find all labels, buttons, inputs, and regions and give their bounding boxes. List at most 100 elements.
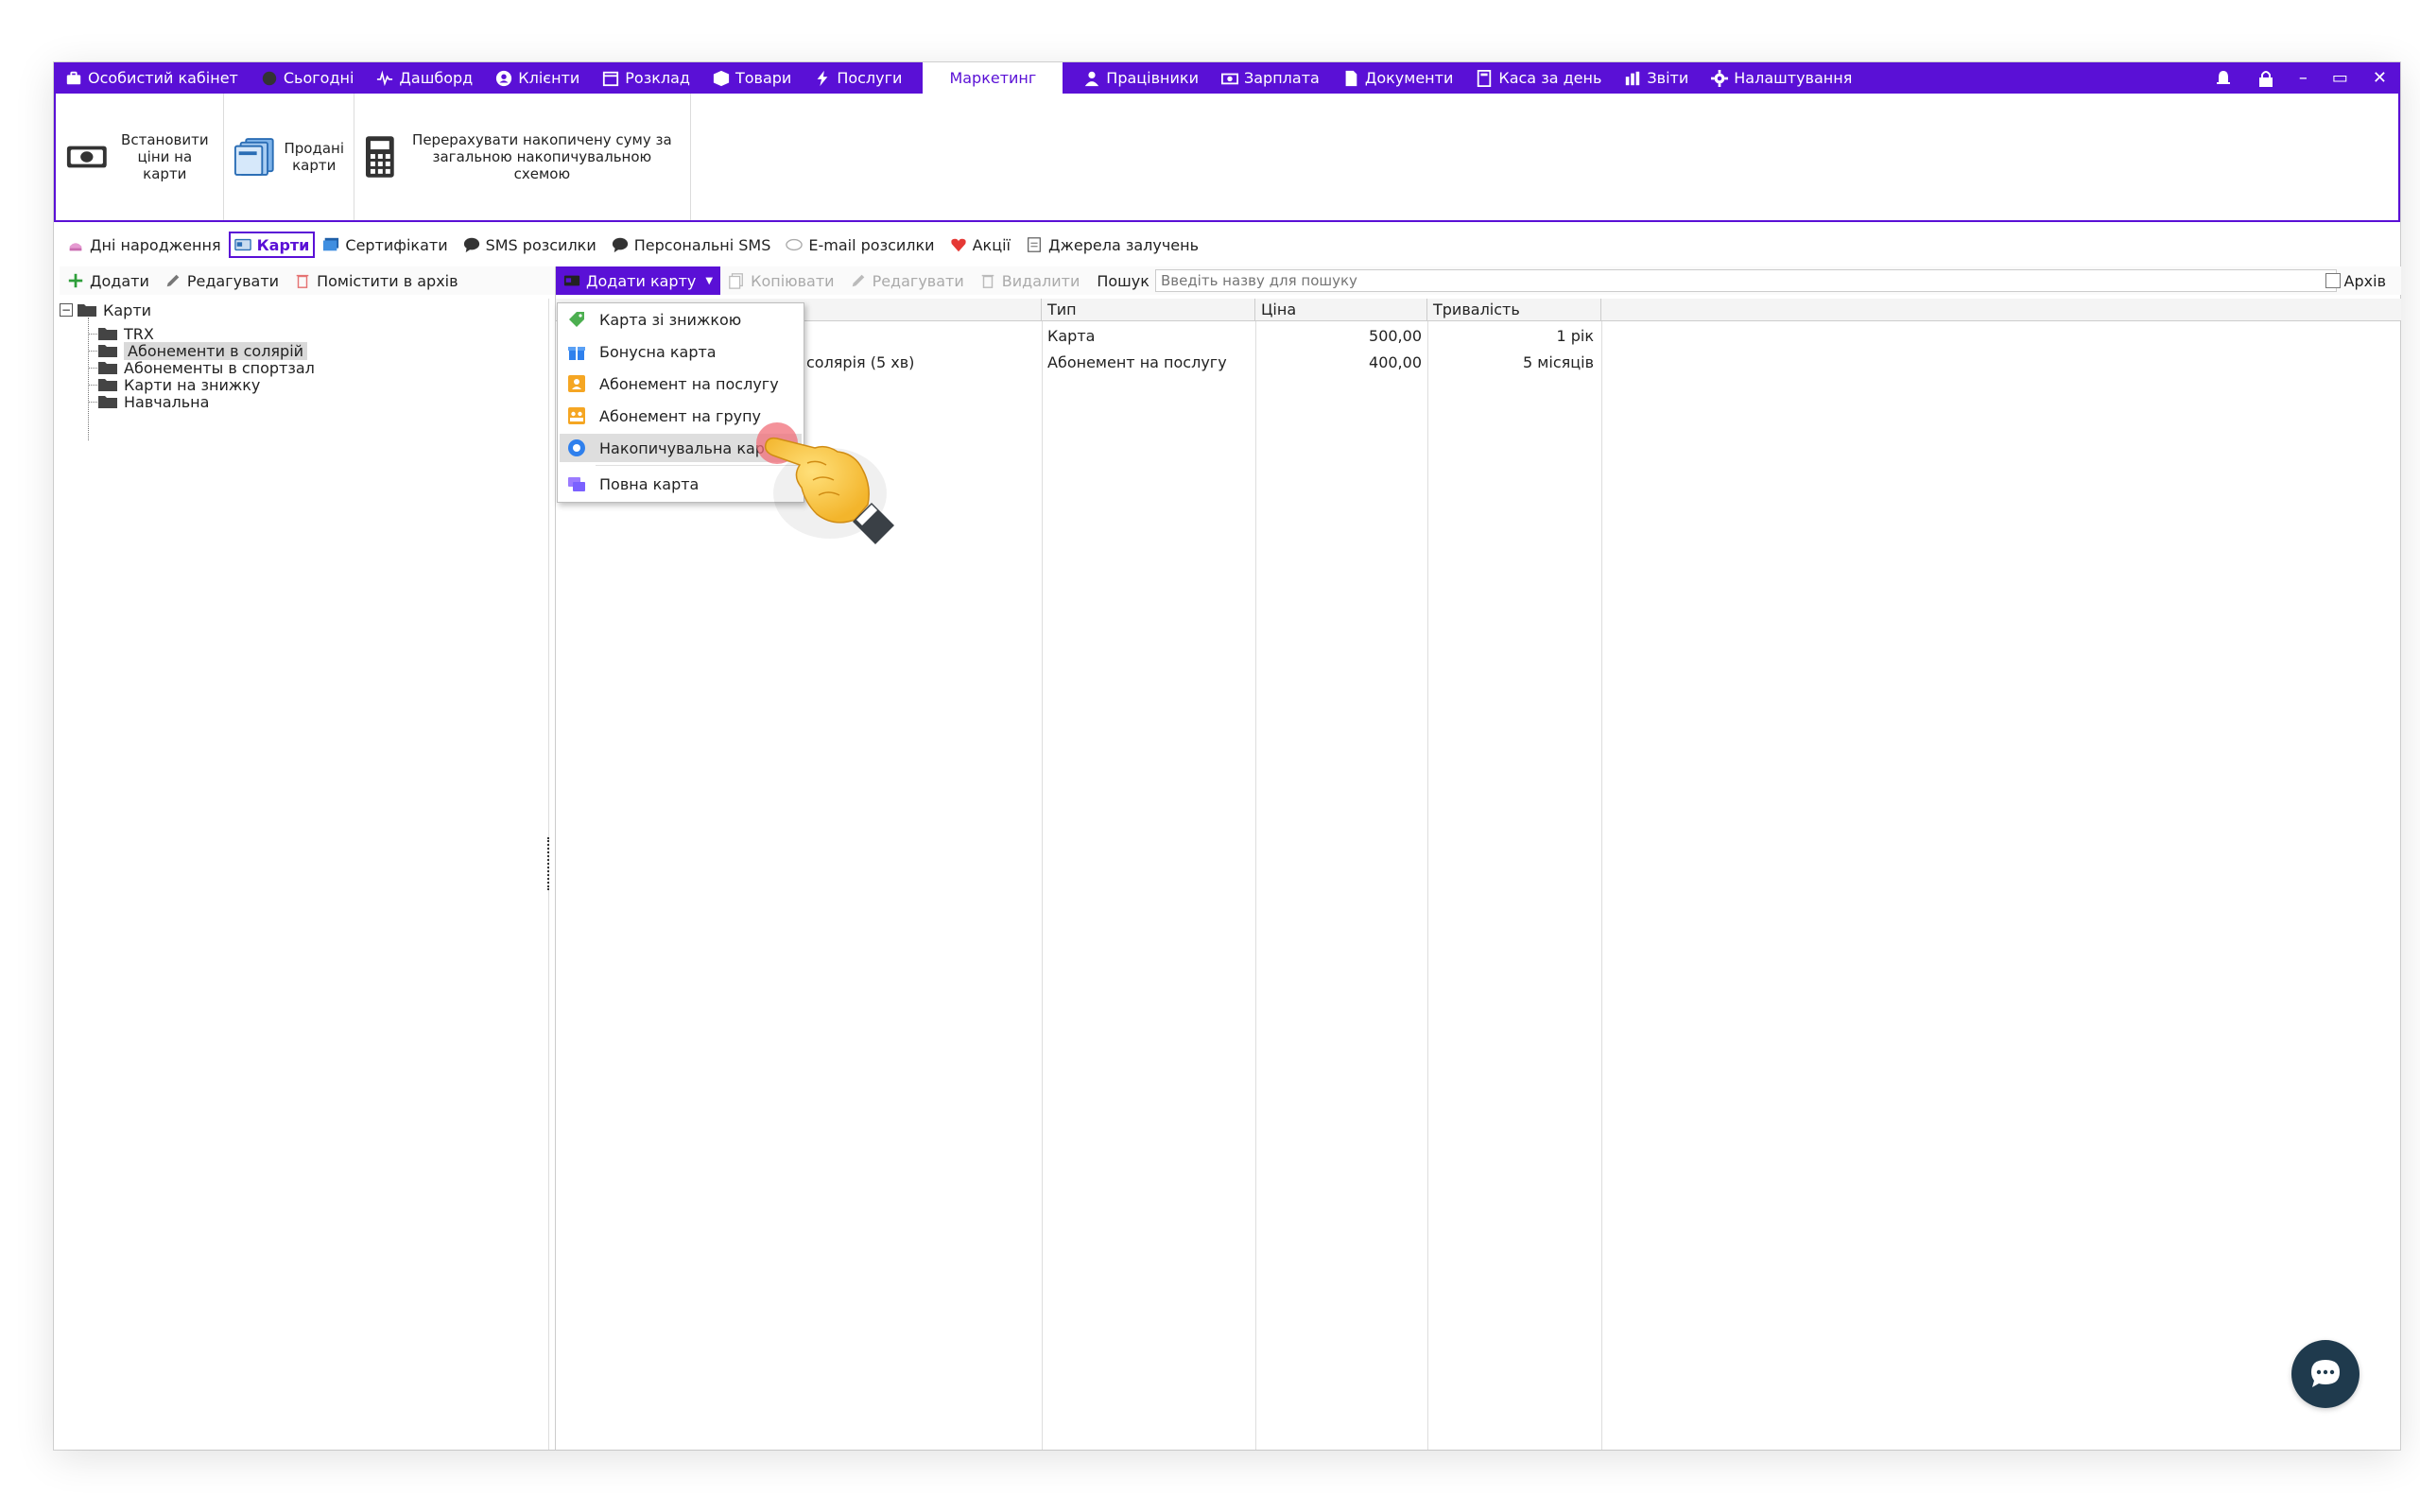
nav-clients[interactable]: Клієнти (484, 62, 591, 94)
copy-icon (729, 273, 744, 289)
add-card-label: Додати карту (586, 271, 697, 290)
minimize-button[interactable]: – (2299, 68, 2308, 88)
maximize-button[interactable]: ▭ (2332, 68, 2348, 88)
sold-cards-button[interactable]: Продані карти (224, 94, 354, 220)
delete-card-button[interactable]: Видалити (972, 266, 1088, 295)
nav-reports[interactable]: Звіти (1613, 62, 1700, 94)
gift-icon (568, 347, 585, 360)
add-card-button[interactable]: Додати карту ▼ (556, 266, 721, 295)
nav-dashboard[interactable]: Дашборд (365, 62, 484, 94)
menu-item-label: Бонусна карта (599, 342, 717, 361)
menu-item-label: Карта зі знижкою (599, 310, 742, 329)
nav-settings[interactable]: Налаштування (1700, 62, 1863, 94)
tree-node-label: Навчальна (124, 392, 210, 411)
column-type[interactable]: Тип (1042, 299, 1255, 321)
cash-icon (66, 146, 107, 168)
archive-checkbox[interactable]: Архів (2325, 266, 2386, 295)
tree-root[interactable]: − Карти (60, 299, 151, 321)
ribbon-toolbar: Встановити ціни на карти Продані карти П… (54, 94, 2400, 222)
edit-folder-button[interactable]: Редагувати (157, 266, 286, 295)
column-duration[interactable]: Тривалість (1427, 299, 1601, 321)
gear-icon (1711, 69, 1729, 87)
money-icon (1220, 73, 1238, 84)
source-icon (1028, 237, 1041, 252)
search-input[interactable] (1154, 269, 2337, 292)
bell-icon[interactable] (2214, 69, 2233, 88)
nav-label: Зарплата (1243, 69, 1320, 87)
cell-duration: 1 рік (1556, 327, 1594, 345)
column-divider (1601, 321, 1602, 1450)
nav-schedule[interactable]: Розклад (591, 62, 701, 94)
full-card-icon (568, 477, 585, 491)
piggy-icon (568, 439, 585, 456)
tree-connector (88, 402, 97, 403)
tree-toolbar: Додати Редагувати Помістити в архів (60, 266, 600, 295)
archive-folder-button[interactable]: Помістити в архів (286, 266, 465, 295)
column-price[interactable]: Ціна (1255, 299, 1427, 321)
menu-item-service-subscription[interactable]: Абонемент на послугу (560, 369, 802, 398)
card-icon (563, 275, 580, 286)
checkbox-box[interactable] (2325, 273, 2341, 288)
tab-label: SMS розсилки (485, 235, 596, 254)
nav-label: Налаштування (1734, 69, 1853, 87)
chat-bubble-icon (463, 237, 479, 253)
certificate-icon (323, 237, 339, 251)
set-card-prices-label: Встановити ціни на карти (121, 131, 209, 182)
cell-price: 500,00 (1369, 327, 1422, 345)
chat-widget-button[interactable] (2291, 1340, 2360, 1408)
nav-salary[interactable]: Зарплата (1210, 62, 1331, 94)
tab-label: Джерела залучень (1047, 235, 1200, 254)
tab-sources[interactable]: Джерела залучень (1018, 232, 1206, 258)
copy-card-button[interactable]: Копіювати (720, 266, 841, 295)
add-label: Додати (90, 271, 149, 290)
collapse-toggle[interactable]: − (60, 303, 73, 317)
nav-services[interactable]: Послуги (803, 62, 913, 94)
nav-personal-cabinet[interactable]: Особистий кабінет (54, 62, 250, 94)
tab-email-mailing[interactable]: E-mail розсилки (778, 232, 942, 258)
trash-icon (296, 274, 309, 288)
cell-duration: 5 місяців (1523, 353, 1594, 371)
archive-label: Помістити в архів (317, 271, 458, 290)
nav-label: Послуги (837, 69, 903, 87)
calculator-icon (365, 136, 394, 178)
nav-employees[interactable]: Працівники (1072, 62, 1210, 94)
nav-marketing[interactable]: Маркетинг (923, 62, 1063, 94)
edit-label: Редагувати (186, 271, 280, 290)
close-button[interactable]: ✕ (2373, 68, 2387, 88)
person-card-icon (568, 375, 585, 392)
nav-label: Дашборд (399, 69, 474, 87)
cards-tree: − Карти TRX Абонементи в солярій Абонеме… (54, 299, 549, 1450)
tab-personal-sms[interactable]: Персональні SMS (604, 232, 779, 258)
marketing-tabs: Дні народження Карти Сертифікати SMS роз… (60, 231, 1206, 259)
add-folder-button[interactable]: Додати (60, 266, 157, 295)
window-controls: – ▭ ✕ (2214, 62, 2387, 94)
cell-type: Абонемент на послугу (1047, 353, 1227, 371)
nav-documents[interactable]: Документи (1331, 62, 1465, 94)
tab-label: E-mail розсилки (808, 235, 935, 254)
tree-node-training[interactable]: Навчальна (97, 390, 209, 413)
nav-cash-day[interactable]: Каса за день (1464, 62, 1613, 94)
tab-sms-mailing[interactable]: SMS розсилки (456, 232, 604, 258)
tab-label: Карти (256, 235, 310, 254)
tab-cards[interactable]: Карти (228, 232, 316, 258)
set-card-prices-button[interactable]: Встановити ціни на карти (56, 94, 224, 220)
cell-name: нь солярія (5 хв) (783, 353, 915, 371)
lock-icon[interactable] (2257, 69, 2274, 88)
column-divider (1255, 321, 1256, 1450)
panel-splitter[interactable] (547, 837, 551, 890)
search-label: Пошук (1097, 271, 1150, 290)
tab-label: Акції (972, 235, 1011, 254)
tab-promotions[interactable]: Акції (942, 232, 1018, 258)
tab-certificates[interactable]: Сертифікати (315, 232, 455, 258)
nav-today[interactable]: Сьогодні (250, 62, 366, 94)
recalculate-button[interactable]: Перерахувати накопичену суму за загально… (354, 94, 691, 220)
menu-item-bonus-card[interactable]: Бонусна карта (560, 337, 802, 366)
pencil-icon (852, 274, 864, 287)
edit-card-button[interactable]: Редагувати (842, 266, 972, 295)
nav-goods[interactable]: Товари (701, 62, 803, 94)
box-icon (713, 70, 730, 86)
tab-birthdays[interactable]: Дні народження (60, 232, 229, 258)
menu-item-discount-card[interactable]: Карта зі знижкою (560, 305, 802, 334)
pulse-icon (377, 69, 393, 86)
tree-connector (88, 318, 89, 440)
